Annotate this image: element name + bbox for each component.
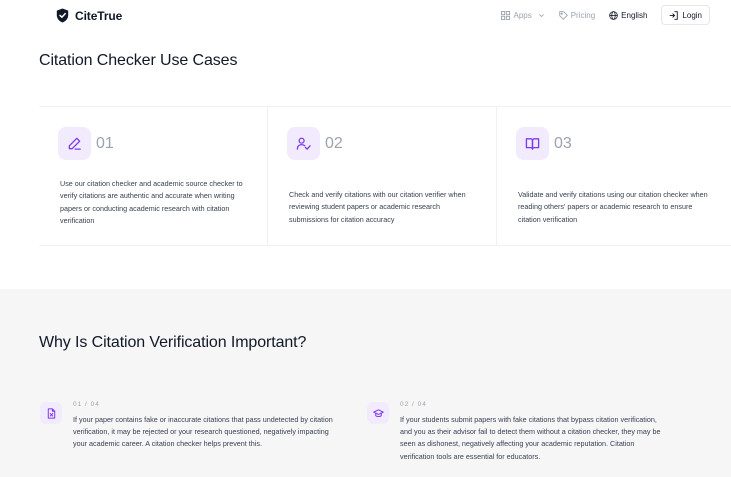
use-case-card: 01 Use our citation checker and academic… bbox=[39, 107, 268, 245]
brand-name: CiteTrue bbox=[75, 8, 123, 23]
use-case-description: Check and verify citations with our cita… bbox=[289, 190, 466, 224]
use-case-card: 02 Check and verify citations with our c… bbox=[268, 107, 497, 245]
nav-apps[interactable]: Apps bbox=[501, 5, 544, 25]
top-nav: CiteTrue Apps Pricing English Login bbox=[0, 0, 731, 32]
use-case-icon-box bbox=[287, 127, 320, 160]
graduation-cap-icon bbox=[372, 408, 384, 417]
file-x-icon bbox=[47, 407, 55, 419]
use-case-number: 01 bbox=[96, 135, 114, 152]
why-title: Why Is Citation Verification Important? bbox=[39, 334, 307, 351]
pen-icon bbox=[68, 137, 81, 150]
nav-pricing-label: Pricing bbox=[570, 10, 596, 20]
use-case-description: Use our citation checker and academic so… bbox=[60, 179, 243, 225]
nav-apps-label: Apps bbox=[513, 10, 532, 20]
use-cases-title: Citation Checker Use Cases bbox=[39, 52, 238, 69]
use-case-card: 03 Validate and verify citations using o… bbox=[497, 107, 731, 245]
grid-icon bbox=[501, 10, 511, 20]
login-label: Login bbox=[682, 10, 702, 20]
language-selector[interactable]: English bbox=[609, 5, 647, 25]
reason-description: If your students submit papers with fake… bbox=[400, 415, 661, 461]
book-open-icon bbox=[525, 138, 540, 150]
reason-icon-box bbox=[40, 402, 62, 424]
chevron-down-icon bbox=[538, 13, 544, 17]
log-in-icon bbox=[670, 10, 679, 20]
use-case-description: Validate and verify citations using our … bbox=[518, 190, 708, 224]
reason-icon-box bbox=[367, 402, 389, 424]
use-case-number: 03 bbox=[554, 135, 572, 152]
reason-counter: 02 / 04 bbox=[400, 401, 427, 408]
nav-menu: Apps Pricing English Login bbox=[487, 5, 710, 25]
why-section: Why Is Citation Verification Important? … bbox=[0, 289, 731, 477]
reason-description: If your paper contains fake or inaccurat… bbox=[73, 415, 333, 449]
brand-logo[interactable]: CiteTrue bbox=[56, 8, 122, 23]
globe-icon bbox=[609, 10, 618, 20]
shield-check-icon bbox=[56, 8, 69, 23]
login-button[interactable]: Login bbox=[661, 5, 710, 25]
language-label: English bbox=[621, 10, 648, 20]
nav-pricing[interactable]: Pricing bbox=[558, 5, 596, 25]
use-case-cards: 01 Use our citation checker and academic… bbox=[39, 106, 731, 246]
use-case-icon-box bbox=[516, 127, 549, 160]
reason-counter: 01 / 04 bbox=[73, 401, 100, 408]
user-check-icon bbox=[296, 137, 311, 150]
tag-icon bbox=[558, 10, 568, 20]
use-case-number: 02 bbox=[325, 135, 343, 152]
use-case-icon-box bbox=[58, 127, 91, 160]
